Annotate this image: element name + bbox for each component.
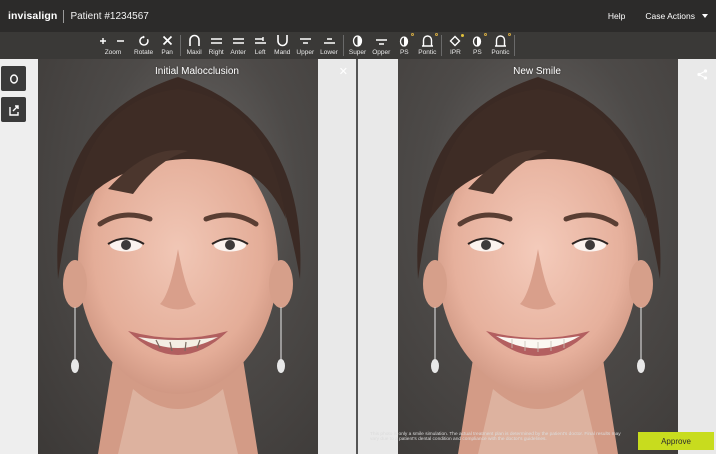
superimpose-icon — [352, 33, 363, 48]
pontic-icon — [494, 33, 511, 48]
status-dot — [461, 34, 465, 37]
lower-jaw-icon — [323, 33, 336, 48]
header-separator — [63, 9, 65, 23]
initial-photo-panel: Initial Malocclusion ✕ — [38, 59, 356, 454]
view-toggle-button[interactable] — [1, 66, 26, 91]
tool-label: Rotate — [134, 49, 154, 56]
mand-button[interactable]: Mand — [271, 32, 293, 59]
case-actions-menu[interactable]: Case Actions — [645, 11, 708, 21]
export-icon — [8, 104, 19, 116]
toolbar: Zoom Rotate Pan Maxil Right Anter Left M… — [0, 32, 716, 59]
status-dot — [410, 33, 414, 36]
maxillary-arch-icon — [188, 33, 201, 48]
initial-photo-title: Initial Malocclusion — [155, 66, 239, 77]
arch-view-group: Maxil Right Anter Left Mand Upper Lower — [183, 32, 341, 59]
tool-label: Opper — [372, 49, 391, 56]
upper-jaw-icon — [299, 33, 312, 48]
anterior-view-icon — [232, 33, 245, 48]
tool-label: IPR — [449, 49, 461, 56]
export-button[interactable] — [1, 97, 26, 122]
patient-id: Patient #1234567 — [70, 10, 149, 22]
tool-label: Pontic — [491, 49, 510, 56]
patient-face-photo — [57, 77, 301, 454]
chevron-down-icon — [702, 14, 708, 18]
right-view-icon — [210, 33, 223, 48]
case-actions-label: Case Actions — [645, 11, 695, 21]
tool-label: Mand — [274, 49, 291, 56]
occlusal-icon — [375, 33, 388, 48]
share-icon[interactable] — [697, 67, 708, 85]
tool-label: Anter — [230, 49, 246, 56]
tool-label: PS — [399, 49, 409, 56]
view-tools-group: Zoom Rotate Pan — [95, 32, 178, 59]
left-view-button[interactable]: Left — [249, 32, 271, 59]
plus-minus-icon — [98, 33, 128, 48]
ps-button-2[interactable]: PS — [466, 32, 488, 59]
tool-label: Pontic — [418, 49, 437, 56]
toolbar-divider — [514, 35, 516, 56]
toolbar-divider — [342, 35, 344, 56]
anterior-view-button[interactable]: Anter — [227, 32, 249, 59]
superimpose-button[interactable]: Super — [346, 32, 369, 59]
photo-edge — [358, 59, 398, 454]
tool-label: PS — [473, 49, 482, 56]
ps-icon — [399, 33, 414, 48]
top-bar: invisalign Patient #1234567 Help Case Ac… — [0, 0, 716, 32]
ps-icon — [472, 33, 487, 48]
simulated-smile-photo — [417, 77, 661, 454]
tool-label: Maxil — [186, 49, 202, 56]
photo-edge — [318, 59, 356, 454]
ipr-diamond-icon — [449, 33, 465, 48]
brand-logo: invisalign — [8, 10, 58, 22]
approve-button[interactable]: Approve — [638, 432, 714, 450]
treatment-tools-group: IPR PS Pontic — [444, 32, 512, 59]
pontic-icon — [421, 33, 438, 48]
rotate-button[interactable]: Rotate — [131, 32, 156, 59]
status-dot — [507, 33, 511, 36]
maxil-button[interactable]: Maxil — [183, 32, 205, 59]
new-smile-photo-panel: New Smile — [358, 59, 716, 454]
ps-button[interactable]: PS — [393, 32, 415, 59]
upper-jaw-button[interactable]: Upper — [293, 32, 317, 59]
tool-label: Lower — [320, 49, 338, 56]
status-dot — [483, 33, 487, 36]
ipr-button[interactable]: IPR — [444, 32, 466, 59]
lower-jaw-button[interactable]: Lower — [317, 32, 341, 59]
status-dot — [434, 33, 438, 36]
tool-label: Upper — [296, 49, 315, 56]
zoom-button[interactable]: Zoom — [95, 32, 131, 59]
tool-label: Pan — [161, 49, 173, 56]
right-view-button[interactable]: Right — [205, 32, 227, 59]
toolbar-divider — [180, 35, 182, 56]
left-view-icon — [254, 33, 267, 48]
pan-button[interactable]: Pan — [156, 32, 178, 59]
toolbar-divider — [441, 35, 443, 56]
tool-label: Super — [348, 49, 367, 56]
simulation-disclaimer: This photo is only a smile simulation. T… — [370, 432, 621, 443]
new-smile-title: New Smile — [513, 66, 561, 77]
pan-cross-icon — [162, 33, 173, 48]
pontic-button[interactable]: Pontic — [415, 32, 439, 59]
tool-label: Zoom — [104, 49, 122, 56]
help-link[interactable]: Help — [608, 11, 625, 21]
mandibular-arch-icon — [276, 33, 289, 48]
overlay-tools-group: Super Opper PS Pontic — [346, 32, 440, 59]
rotate-icon — [138, 33, 150, 48]
tool-label: Right — [208, 49, 224, 56]
oval-view-icon — [9, 73, 18, 84]
photo-edge — [678, 59, 716, 454]
opper-button[interactable]: Opper — [369, 32, 393, 59]
pontic-button-2[interactable]: Pontic — [488, 32, 512, 59]
tool-label: Left — [254, 49, 266, 56]
close-icon[interactable]: ✕ — [339, 65, 348, 78]
